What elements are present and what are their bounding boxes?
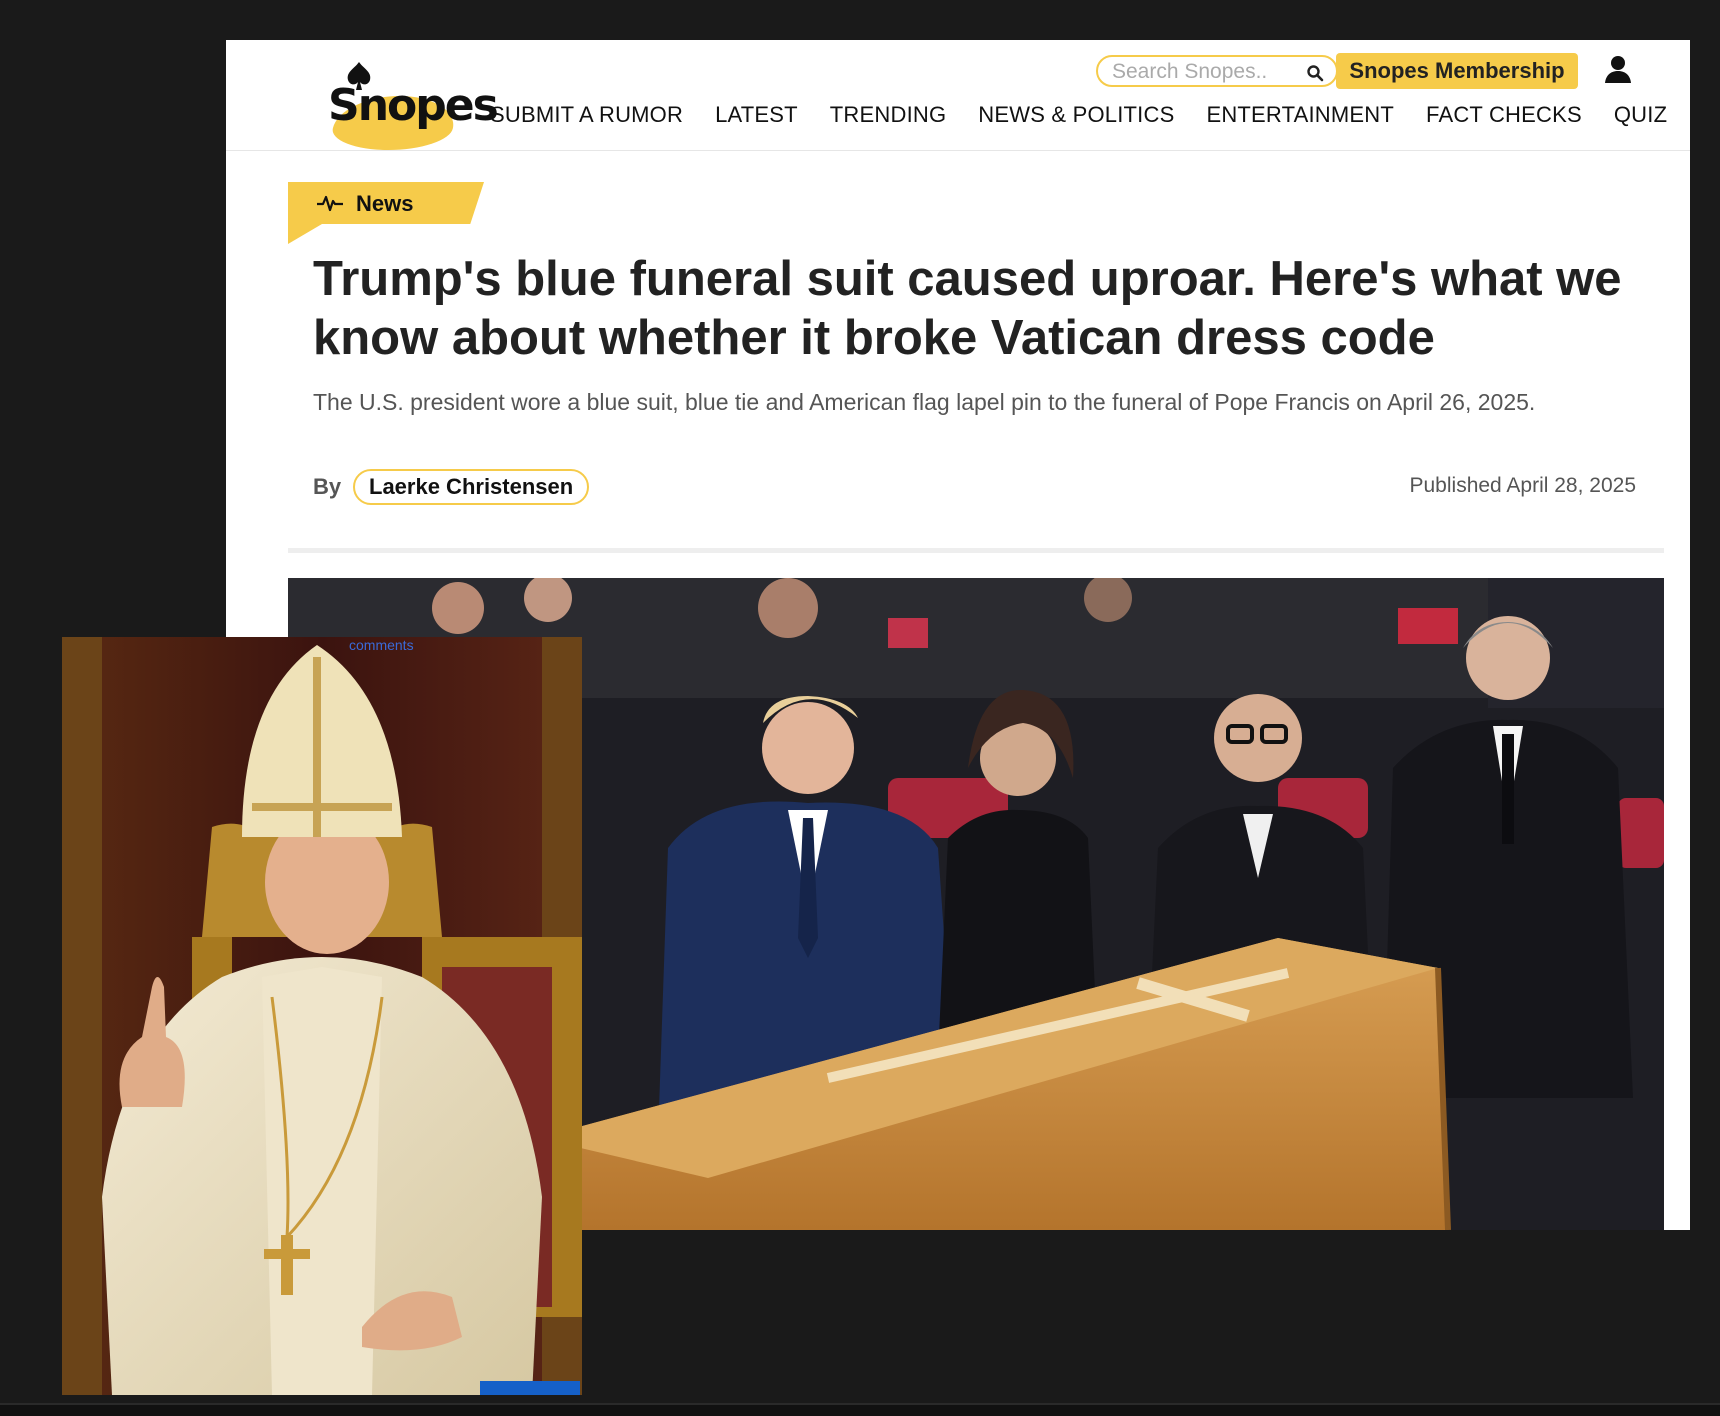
user-icon[interactable] — [1604, 55, 1632, 85]
published-date: Published April 28, 2025 — [1409, 474, 1637, 497]
nav-trending[interactable]: TRENDING — [830, 102, 947, 136]
divider — [288, 548, 1664, 553]
byline-label: By — [313, 474, 342, 499]
bottom-strip — [0, 1403, 1720, 1416]
nav-news-politics[interactable]: NEWS & POLITICS — [978, 102, 1174, 136]
category-tag[interactable]: News — [288, 182, 484, 244]
nav-latest[interactable]: LATEST — [715, 102, 798, 136]
logo-text: Snopes — [328, 80, 499, 131]
pulse-icon — [317, 195, 343, 212]
pope-portrait-illustration — [62, 637, 582, 1395]
comments-link[interactable]: comments — [349, 637, 414, 653]
tag-label: News — [356, 191, 414, 216]
search-icon[interactable] — [1306, 64, 1324, 82]
main-nav: SUBMIT A RUMOR LATEST TRENDING NEWS & PO… — [490, 102, 1667, 136]
overlay-badge — [480, 1381, 580, 1395]
membership-button[interactable]: Snopes Membership — [1336, 53, 1578, 89]
nav-entertainment[interactable]: ENTERTAINMENT — [1206, 102, 1394, 136]
nav-quiz[interactable]: QUIZ — [1614, 102, 1667, 136]
tag-tail — [288, 224, 322, 244]
search-input[interactable] — [1112, 60, 1302, 84]
search-field[interactable] — [1096, 55, 1338, 87]
article-headline: Trump's blue funeral suit caused uproar.… — [313, 252, 1622, 365]
site-header: Snopes Snopes Membership SUBMIT A RUMOR … — [226, 40, 1690, 151]
pope-image-overlay: comments — [62, 637, 582, 1395]
nav-fact-checks[interactable]: FACT CHECKS — [1426, 102, 1582, 136]
article-dek: The U.S. president wore a blue suit, blu… — [313, 389, 1536, 415]
nav-submit-a-rumor[interactable]: SUBMIT A RUMOR — [490, 102, 683, 136]
snopes-logo[interactable]: Snopes — [326, 60, 499, 152]
author-link[interactable]: Laerke Christensen — [353, 469, 590, 505]
